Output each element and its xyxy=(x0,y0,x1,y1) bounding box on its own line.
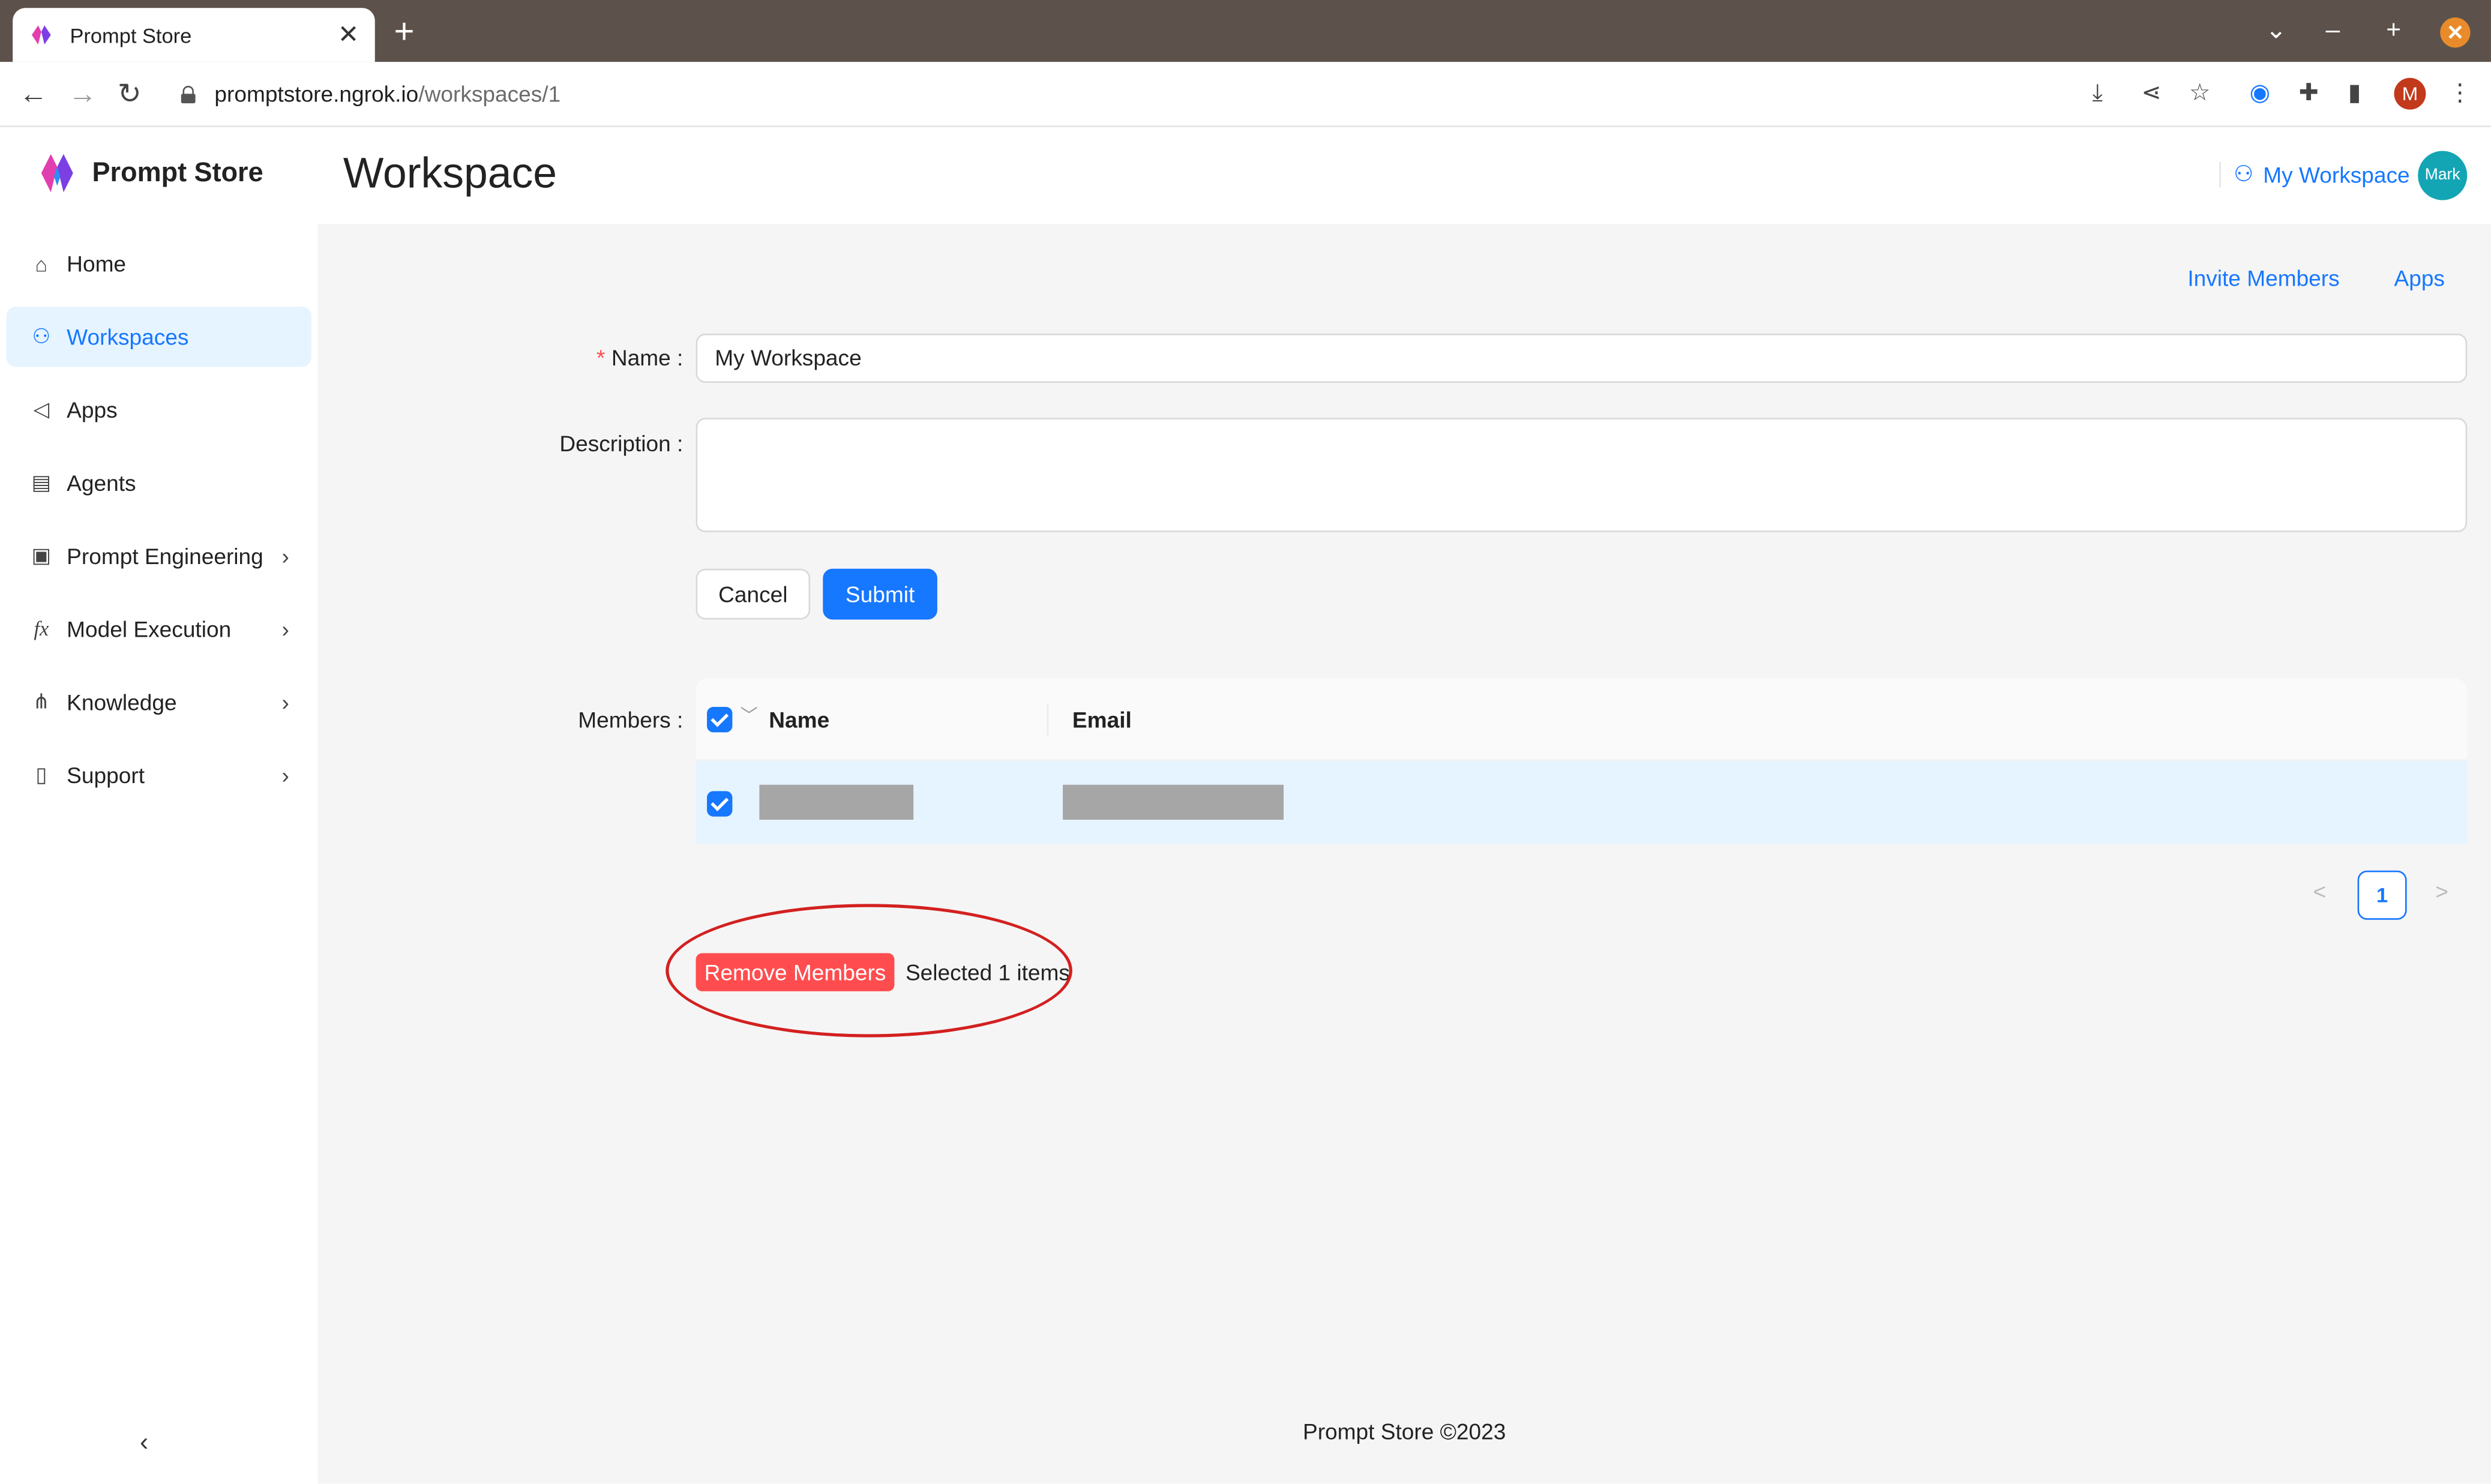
sidebar-item-agents[interactable]: ▤ Agents xyxy=(7,452,311,513)
sidebar-item-label: Knowledge xyxy=(67,689,177,715)
submit-button[interactable]: Submit xyxy=(823,568,937,620)
description-label-text: Description xyxy=(559,430,671,456)
team-icon: ⚇ xyxy=(2234,160,2254,186)
team-icon: ⚇ xyxy=(32,324,51,348)
function-icon: fx xyxy=(34,616,49,640)
table-row[interactable] xyxy=(696,761,2468,844)
sidebar-item-knowledge[interactable]: ⋔ Knowledge › xyxy=(7,672,311,733)
install-app-icon[interactable]: ⤓ xyxy=(2092,78,2103,110)
profile-avatar[interactable]: M xyxy=(2394,77,2426,110)
extensions-icon[interactable]: ✚ xyxy=(2299,78,2319,110)
tab-title: Prompt Store xyxy=(70,23,192,47)
agent-icon: ▤ xyxy=(31,470,52,494)
share-icon[interactable]: ⋖ xyxy=(2142,78,2162,110)
my-workspace-link[interactable]: ⚇ My Workspace xyxy=(2234,160,2410,187)
redacted-email xyxy=(1063,784,1284,820)
sidebar-item-support[interactable]: ▯ Support › xyxy=(7,745,311,806)
members-label-text: Members xyxy=(578,707,671,733)
table-header: ﹀ Name Email xyxy=(696,678,2468,762)
sidebar-item-label: Workspaces xyxy=(67,324,189,350)
url-path: /workspaces/1 xyxy=(418,81,561,107)
url-host: promptstore.ngrok.io xyxy=(214,81,419,107)
pagination-page[interactable]: 1 xyxy=(2357,870,2407,920)
sidebar-item-model-execution[interactable]: fx Model Execution › xyxy=(7,599,311,659)
members-label: Members : xyxy=(578,707,684,733)
chevron-right-icon: › xyxy=(281,616,289,642)
members-table: ﹀ Name Email xyxy=(696,678,2468,844)
menu-kebab-icon[interactable]: ⋮ xyxy=(2448,78,2472,110)
chevron-right-icon: › xyxy=(281,543,289,569)
sidebar-item-label: Model Execution xyxy=(67,616,232,642)
column-divider xyxy=(1047,703,1049,736)
page-header: Workspace ⚇ My Workspace Mark xyxy=(317,127,2491,224)
chevron-right-icon: › xyxy=(281,689,289,715)
sidebar-item-home[interactable]: ⌂ Home xyxy=(7,233,311,294)
prompt-store-logo-icon xyxy=(31,25,51,45)
name-label: * Name : xyxy=(596,344,684,370)
description-input[interactable] xyxy=(696,418,2468,532)
back-icon[interactable]: ← xyxy=(19,76,48,111)
collapse-sidebar-icon[interactable]: ‹ xyxy=(140,1430,148,1459)
browser-tabbar: Prompt Store ✕ + ⌄ – + ✕ xyxy=(0,0,2491,62)
footer: Prompt Store ©2023 xyxy=(1302,1419,1506,1444)
sidebar-item-prompt-engineering[interactable]: ▣ Prompt Engineering › xyxy=(7,526,311,586)
sidebar: Prompt Store ⌂ Home ⚇ Workspaces ◁ Apps … xyxy=(0,127,318,1484)
maximize-icon[interactable]: + xyxy=(2386,16,2401,47)
bookmark-star-icon[interactable]: ☆ xyxy=(2189,78,2211,110)
side-panel-icon[interactable]: ▮ xyxy=(2348,78,2361,110)
selection-dropdown-icon[interactable]: ﹀ xyxy=(741,702,758,727)
home-icon: ⌂ xyxy=(35,251,48,276)
terminal-icon: ▣ xyxy=(31,543,52,568)
brand-logo-icon xyxy=(41,154,73,193)
password-manager-icon[interactable]: ◉ xyxy=(2250,78,2271,110)
pagination-next-icon[interactable]: > xyxy=(2435,879,2448,904)
minimize-icon[interactable]: – xyxy=(2326,16,2340,47)
sidebar-item-label: Apps xyxy=(67,397,118,423)
window-close-icon[interactable]: ✕ xyxy=(2440,17,2471,48)
cancel-button[interactable]: Cancel xyxy=(696,568,811,620)
tab-close-icon[interactable]: ✕ xyxy=(338,19,359,51)
select-all-checkbox[interactable] xyxy=(707,707,733,733)
browser-tab[interactable]: Prompt Store ✕ xyxy=(13,8,375,62)
name-label-text: Name xyxy=(611,344,671,370)
sidebar-item-workspaces[interactable]: ⚇ Workspaces xyxy=(6,306,311,367)
address-bar[interactable]: promptstore.ngrok.io/workspaces/1 xyxy=(165,68,2231,119)
sidebar-item-label: Prompt Engineering xyxy=(67,543,263,569)
workspace-link-label: My Workspace xyxy=(2263,161,2410,187)
header-divider xyxy=(2219,162,2221,188)
main-content: Invite Members Apps * Name : My Workspace… xyxy=(317,224,2491,1484)
description-label: Description : xyxy=(559,430,684,456)
user-avatar[interactable]: Mark xyxy=(2418,151,2468,200)
brand-name: Prompt Store xyxy=(92,157,263,188)
sidebar-item-apps[interactable]: ◁ Apps xyxy=(7,380,311,440)
row-checkbox[interactable] xyxy=(707,791,733,817)
browser-toolbar: ← → ↻ promptstore.ngrok.io/workspaces/1 … xyxy=(0,62,2491,127)
name-input[interactable]: My Workspace xyxy=(696,333,2468,383)
new-tab-icon[interactable]: + xyxy=(394,12,415,51)
page-title: Workspace xyxy=(343,149,557,197)
redacted-name xyxy=(759,784,914,820)
megaphone-icon: ◁ xyxy=(33,397,50,421)
brand[interactable]: Prompt Store xyxy=(38,149,263,197)
apps-link[interactable]: Apps xyxy=(2394,265,2445,290)
screen: Prompt Store ✕ + ⌄ – + ✕ ← → ↻ promptsto… xyxy=(0,0,2491,1484)
sidebar-item-label: Support xyxy=(67,762,145,789)
column-header-email: Email xyxy=(1072,707,1132,733)
pagination-prev-icon[interactable]: < xyxy=(2313,879,2326,904)
tab-search-icon[interactable]: ⌄ xyxy=(2265,16,2286,47)
book-icon: ▯ xyxy=(35,762,47,787)
invite-members-link[interactable]: Invite Members xyxy=(2187,265,2339,290)
required-mark: * xyxy=(596,344,605,370)
annotation-circle xyxy=(666,904,1072,1038)
column-header-name: Name xyxy=(769,707,830,733)
chevron-right-icon: › xyxy=(281,762,289,789)
sidebar-item-label: Home xyxy=(67,251,127,277)
reload-icon[interactable]: ↻ xyxy=(118,76,142,111)
nodes-icon: ⋔ xyxy=(32,689,50,713)
sidebar-item-label: Agents xyxy=(67,470,136,496)
lock-icon xyxy=(181,85,196,103)
forward-icon[interactable]: → xyxy=(68,76,97,111)
